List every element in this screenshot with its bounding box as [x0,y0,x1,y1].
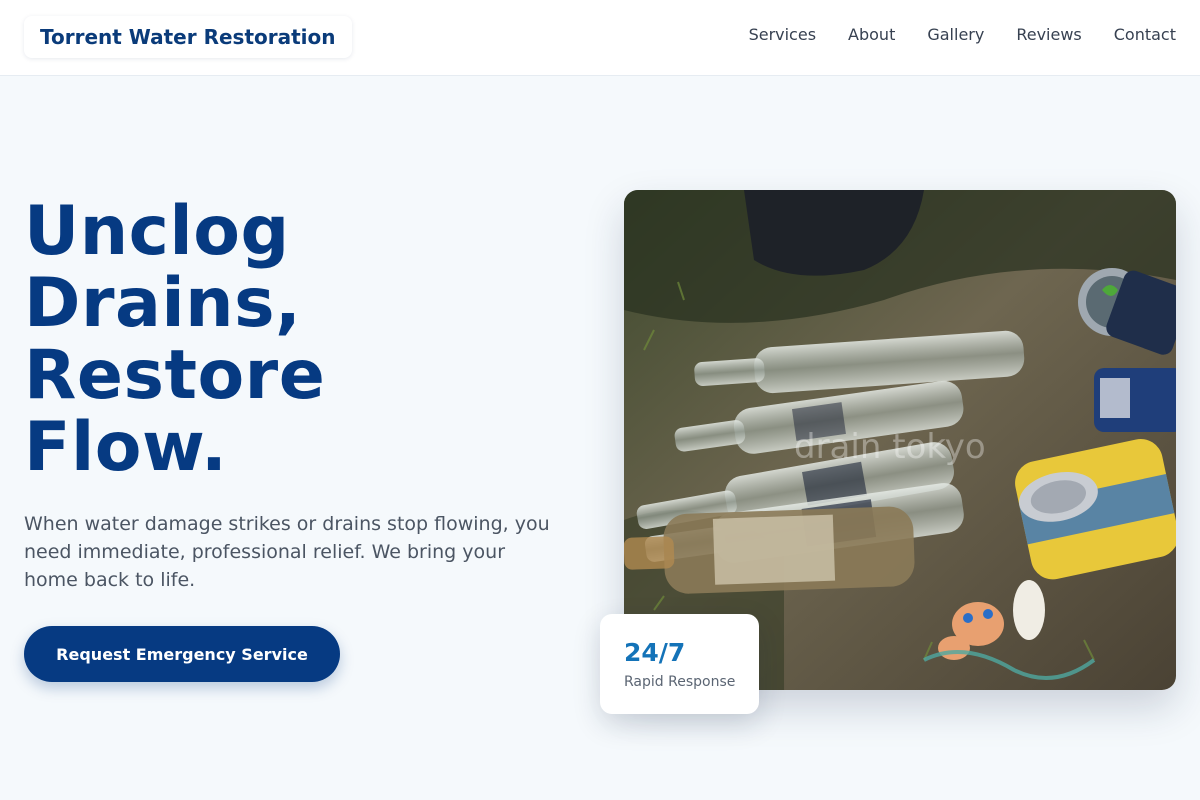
hero-title-line: Unclog [24,192,290,271]
stat-label: Rapid Response [624,674,736,690]
hero-subtitle: When water damage strikes or drains stop… [24,513,550,591]
stat-value: 24/7 [624,638,686,667]
nav-link-contact[interactable]: Contact [1114,24,1176,46]
brand-logo[interactable]: Torrent Water Restoration [24,16,352,58]
hero-title-line: Flow. [24,408,228,487]
hero-title: Unclog Drains, Restore Flow. [24,196,544,484]
nav-link-services[interactable]: Services [749,24,816,46]
nav-link-gallery[interactable]: Gallery [927,24,984,46]
nav-link-reviews[interactable]: Reviews [1016,24,1081,46]
brand-name: Torrent Water Restoration [40,25,336,49]
hero-title-line: Restore [24,336,326,415]
site-header: Torrent Water Restoration Services About… [0,0,1200,76]
nav-link-about[interactable]: About [848,24,895,46]
request-emergency-service-button[interactable]: Request Emergency Service [24,626,340,682]
main-nav: Services About Gallery Reviews Contact [749,24,1176,46]
response-stat-card: 24/7 Rapid Response [600,614,759,714]
image-watermark: drain tokyo [794,427,986,467]
hero-title-line: Drains, [24,264,302,343]
